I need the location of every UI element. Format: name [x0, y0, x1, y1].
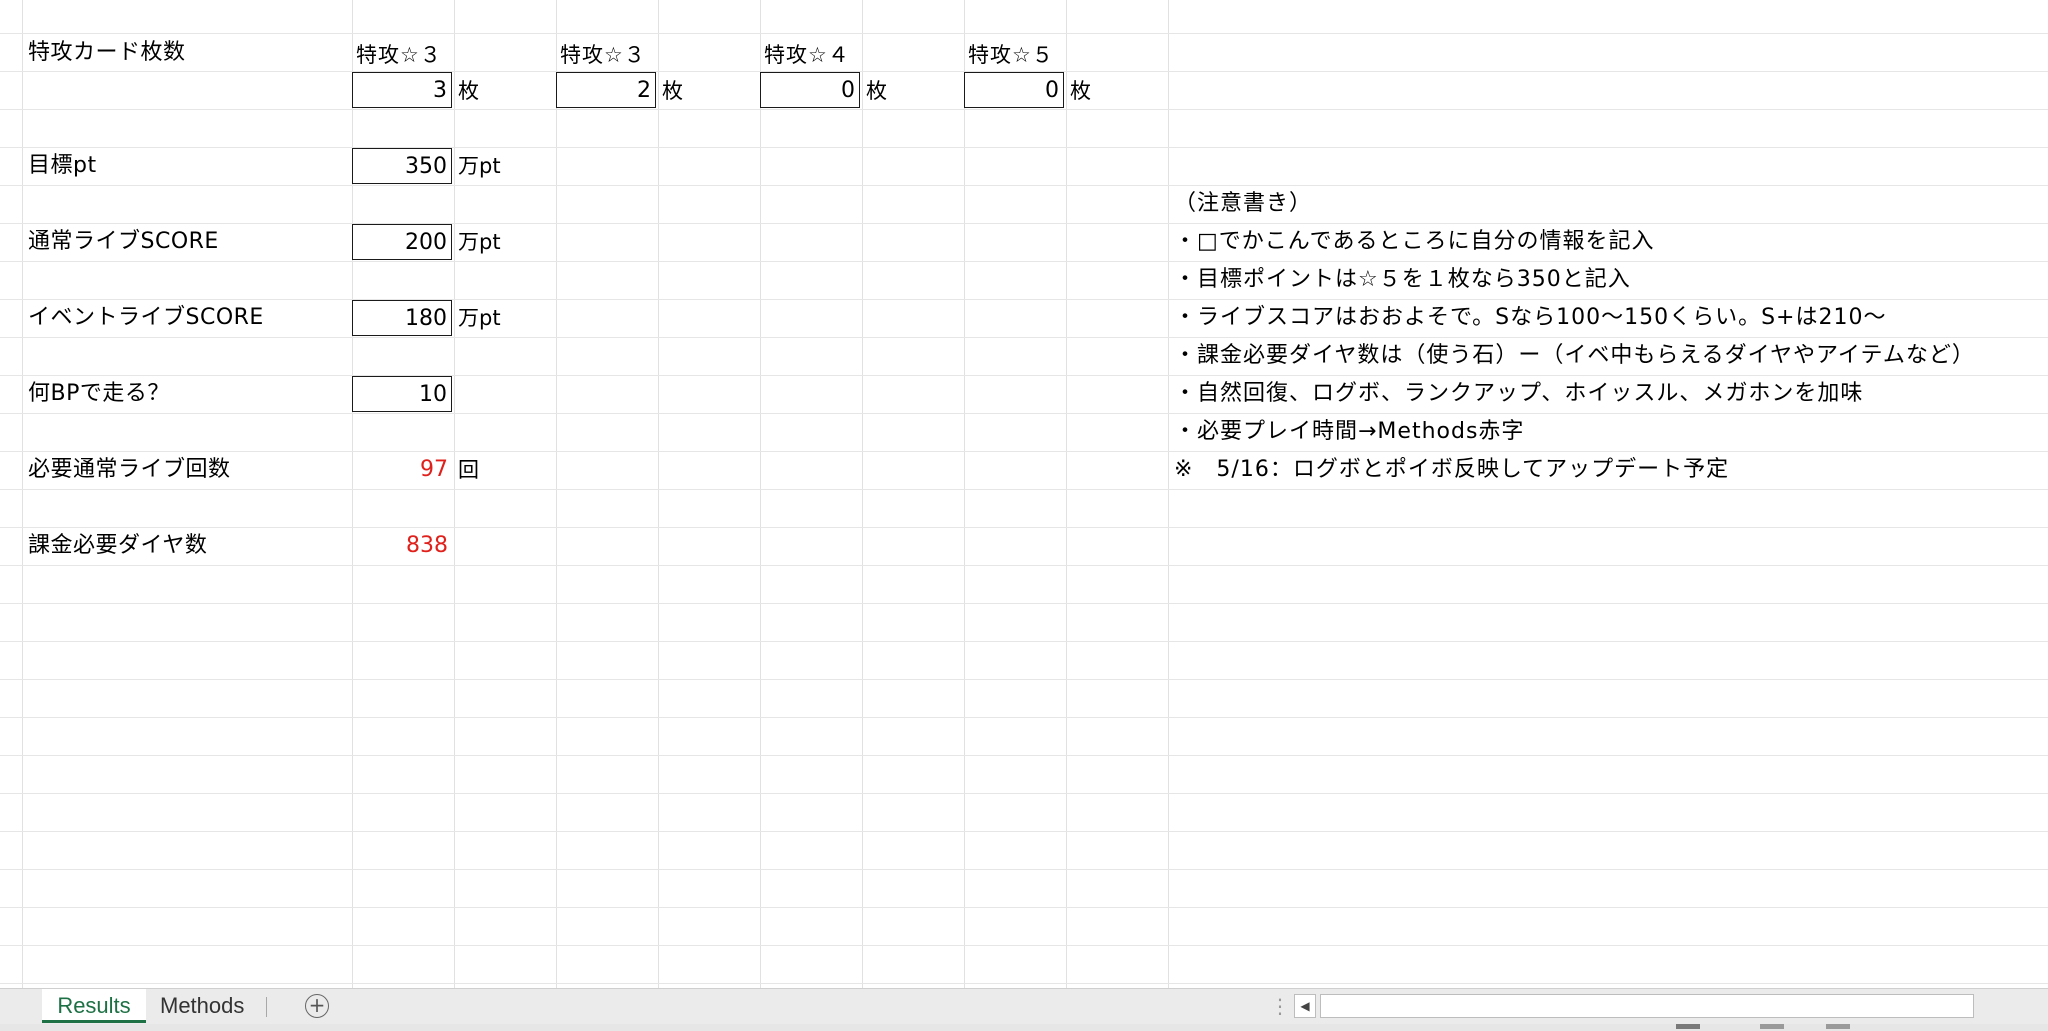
note-line: ※ 5/16：ログボとポイボ反映してアップデート予定 [1174, 457, 1730, 482]
note-line: ・課金必要ダイヤ数は（使う石）ー（イベ中もらえるダイヤやアイテムなど） [1174, 343, 1975, 368]
card-count-input-1[interactable]: 3 [352, 72, 452, 108]
grid-line [1168, 0, 1169, 988]
grid-line [0, 223, 2048, 224]
target-pt-unit: 万pt [458, 154, 501, 178]
grid-line [0, 261, 2048, 262]
note-line: ・目標ポイントは☆５を１枚なら350と記入 [1174, 267, 1631, 292]
grid-line [0, 793, 2048, 794]
card-unit-2: 枚 [662, 79, 683, 103]
grid-line [454, 0, 455, 988]
normal-score-unit: 万pt [458, 230, 501, 254]
horizontal-scrollbar[interactable] [1320, 994, 1974, 1018]
grid-line [0, 907, 2048, 908]
grid-line [0, 831, 2048, 832]
target-pt-input[interactable]: 350 [352, 148, 452, 184]
card-count-input-2[interactable]: 2 [556, 72, 656, 108]
card-unit-3: 枚 [866, 79, 887, 103]
grid-line [0, 679, 2048, 680]
note-line: ・必要プレイ時間→Methods赤字 [1174, 419, 1525, 444]
grid-line [0, 451, 2048, 452]
grid-line [0, 147, 2048, 148]
grid-line [0, 33, 2048, 34]
page-break-icon[interactable] [1826, 1024, 1850, 1029]
grid-line [0, 983, 2048, 984]
spreadsheet-grid[interactable]: 特攻カード枚数 特攻☆３ 特攻☆３ 特攻☆４ 特攻☆５ 3 枚 2 枚 0 枚 … [0, 0, 2048, 988]
notes-heading: （注意書き） [1174, 191, 1313, 216]
note-line: ・□でかこんであるところに自分の情報を記入 [1174, 229, 1655, 254]
note-line: ・自然回復、ログボ、ランクアップ、ホイッスル、メガホンを加味 [1174, 381, 1864, 406]
card-count-label: 特攻カード枚数 [28, 40, 186, 65]
diamond-count-label: 課金必要ダイヤ数 [28, 533, 208, 558]
grid-line [0, 527, 2048, 528]
normal-live-count-unit: 回 [458, 458, 479, 482]
diamond-count-value: 838 [406, 533, 448, 558]
grid-line [0, 109, 2048, 110]
card-header-3: 特攻☆４ [764, 43, 850, 67]
grid-line [862, 0, 863, 988]
grid-line [0, 755, 2048, 756]
grid-line [22, 0, 23, 988]
event-score-unit: 万pt [458, 306, 501, 330]
normal-score-label: 通常ライブSCORE [28, 229, 219, 254]
scroll-left-icon[interactable]: ◀ [1294, 994, 1316, 1018]
grid-line [760, 0, 761, 988]
grid-line [0, 489, 2048, 490]
grid-line [0, 641, 2048, 642]
event-score-input[interactable]: 180 [352, 300, 452, 336]
card-count-input-4[interactable]: 0 [964, 72, 1064, 108]
grid-line [0, 185, 2048, 186]
status-bar [0, 1024, 2048, 1031]
bp-label: 何BPで走る？ [28, 381, 170, 406]
grid-line [1066, 0, 1067, 988]
grid-line [556, 0, 557, 988]
page-layout-icon[interactable] [1760, 1024, 1784, 1029]
grid-line [0, 869, 2048, 870]
grid-line [658, 0, 659, 988]
card-unit-1: 枚 [458, 79, 479, 103]
card-header-4: 特攻☆５ [968, 43, 1054, 67]
normal-live-count-label: 必要通常ライブ回数 [28, 457, 231, 482]
grid-line [0, 565, 2048, 566]
card-header-1: 特攻☆３ [356, 43, 442, 67]
tab-methods[interactable]: Methods [148, 989, 256, 1023]
normal-view-icon[interactable] [1676, 1024, 1700, 1029]
tab-results[interactable]: Results [42, 989, 146, 1023]
bp-input[interactable]: 10 [352, 376, 452, 412]
normal-score-input[interactable]: 200 [352, 224, 452, 260]
resize-handle-icon[interactable]: ⋮ [1270, 991, 1290, 1021]
target-pt-label: 目標pt [28, 153, 97, 178]
note-line: ・ライブスコアはおおよそで。Sなら100〜150くらい。S+は210〜 [1174, 305, 1887, 330]
tab-separator [266, 997, 267, 1017]
grid-line [0, 603, 2048, 604]
grid-line [964, 0, 965, 988]
card-unit-4: 枚 [1070, 79, 1091, 103]
sheet-tab-bar: Results Methods + ⋮ ◀ [0, 988, 2048, 1025]
event-score-label: イベントライブSCORE [28, 305, 264, 330]
card-header-2: 特攻☆３ [560, 43, 646, 67]
grid-line [0, 945, 2048, 946]
add-sheet-icon[interactable]: + [305, 994, 329, 1018]
grid-line [0, 717, 2048, 718]
grid-line [0, 413, 2048, 414]
card-count-input-3[interactable]: 0 [760, 72, 860, 108]
normal-live-count-value: 97 [420, 457, 448, 482]
